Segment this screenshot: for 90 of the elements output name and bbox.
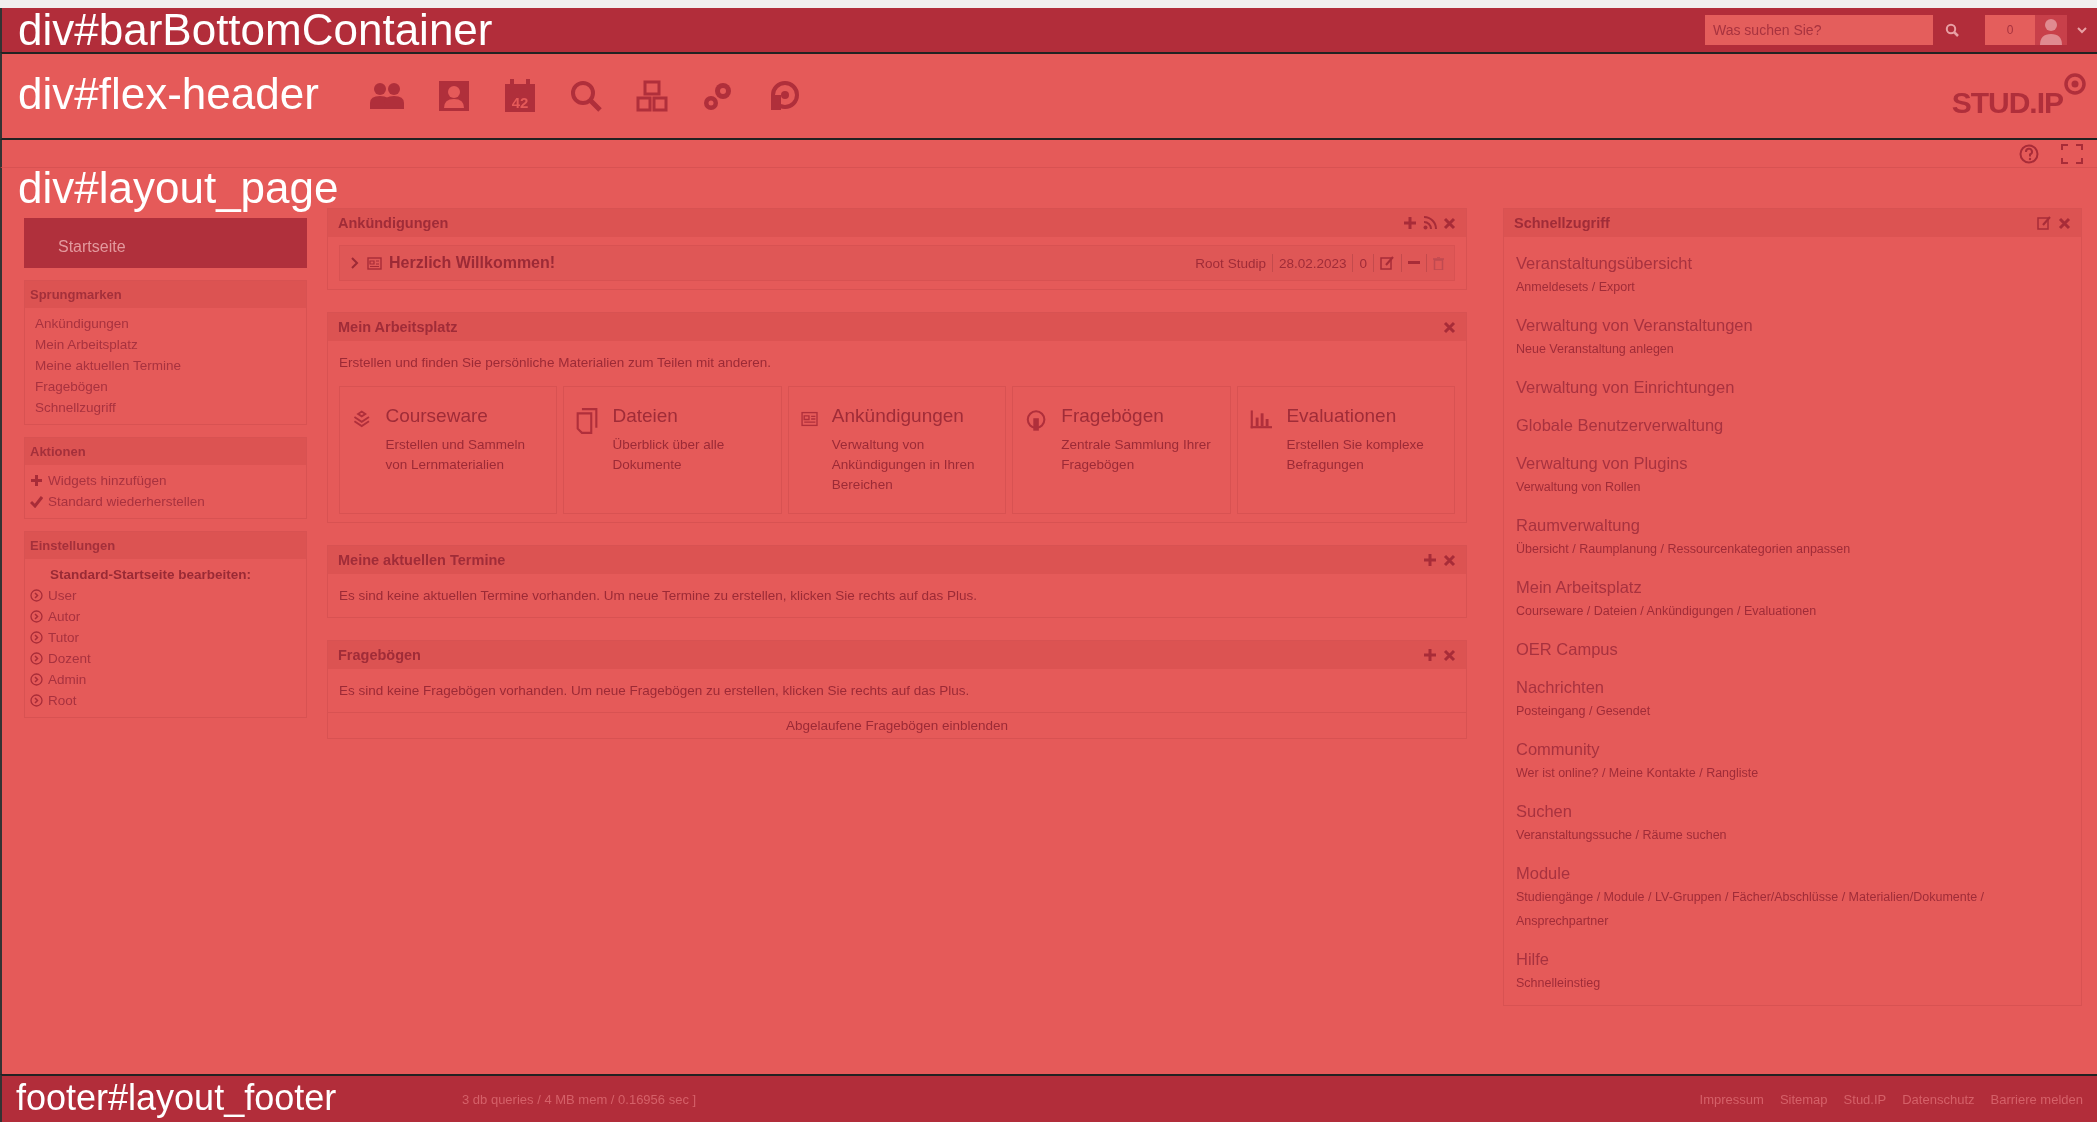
quick-link[interactable]: Veranstaltungsübersicht (1516, 251, 2069, 275)
quick-sublinks[interactable]: Übersicht / Raumplanung / Ressourcenkategorien anpassen (1516, 537, 2069, 561)
quick-link[interactable]: Raumverwaltung (1516, 513, 2069, 537)
sidebar-link[interactable]: Admin (30, 669, 296, 690)
quick-link[interactable]: Mein Arbeitsplatz (1516, 575, 2069, 599)
sidebar-link[interactable]: Widgets hinzufügen (30, 470, 296, 491)
notification-count[interactable]: 0 (1985, 15, 2035, 45)
workplace-tile[interactable]: Evaluationen Erstellen Sie komplexe Befragungen (1236, 386, 1455, 514)
region-label: div#layout_page (18, 166, 339, 210)
quick-link[interactable]: Verwaltung von Veranstaltungen (1516, 313, 2069, 337)
help-icon[interactable] (2019, 143, 2039, 164)
quick-sublinks[interactable]: Anmeldesets / Export (1516, 275, 2069, 299)
sidebar-link[interactable]: User (30, 585, 296, 606)
sidebar-heading: Sprungmarken (25, 281, 306, 308)
sidebar-link[interactable]: Fragebögen (35, 376, 296, 397)
tools-icon[interactable] (636, 80, 668, 112)
region-label: div#barBottomContainer (18, 8, 493, 52)
sidebar-title: Startseite (24, 218, 307, 268)
search-icon[interactable] (570, 80, 602, 112)
workplace-tile[interactable]: Dateien Überblick über alle Dokumente (563, 386, 782, 514)
sidebar-link[interactable]: Root (30, 690, 296, 711)
close-icon[interactable] (1443, 648, 1456, 662)
quick-sublinks[interactable]: Studiengänge / Module / LV-Gruppen / Fächer/Abschlüsse / Materialien/Dokumente / Ansprechpartner (1516, 885, 2069, 933)
region-label: footer#layout_footer (16, 1080, 337, 1116)
widget-header: Ankündigungen (328, 209, 1466, 237)
edit-icon[interactable] (2037, 216, 2052, 230)
add-icon[interactable] (1423, 553, 1437, 567)
announcement-row[interactable]: Herzlich Willkommen! Root Studip 28.02.2023 0 (339, 245, 1455, 281)
widget-intro: Erstellen und finden Sie persönliche Materialien zum Teilen mit anderen. (339, 354, 772, 372)
quick-link[interactable]: Suchen (1516, 799, 2069, 823)
check-icon (30, 495, 43, 508)
newspaper-icon (367, 256, 382, 270)
quick-sublinks[interactable]: Posteingang / Gesendet (1516, 699, 2069, 723)
sidebar-link[interactable]: Autor (30, 606, 296, 627)
quick-link[interactable]: Nachrichten (1516, 675, 2069, 699)
trash-icon[interactable] (1433, 256, 1444, 270)
quick-link[interactable]: Community (1516, 737, 2069, 761)
people-icon[interactable] (370, 81, 404, 111)
region-label: div#flex-header (18, 72, 319, 116)
quick-link[interactable]: Hilfe (1516, 947, 2069, 971)
quick-link[interactable]: OER Campus (1516, 637, 2069, 661)
caret-icon[interactable] (2077, 26, 2087, 34)
sidebar-heading: Einstellungen (25, 532, 306, 559)
widget-message: Es sind keine aktuellen Termine vorhanden. Um neue Termine zu erstellen, klicken Sie rechts auf das Plus. (339, 587, 979, 605)
widget-message: Es sind keine Fragebögen vorhanden. Um neue Fragebögen zu erstellen, klicken Sie rechts auf das Plus. (339, 682, 971, 700)
sidebar-link[interactable]: Dozent (30, 648, 296, 669)
collapse-icon[interactable] (1408, 261, 1420, 265)
document-icon (576, 405, 599, 437)
quick-sublinks[interactable]: Wer ist online? / Meine Kontakte / Rangliste (1516, 761, 2069, 785)
profile-icon[interactable] (438, 80, 470, 112)
quick-sublinks[interactable]: Veranstaltungssuche / Räume suchen (1516, 823, 2069, 847)
spiral-icon[interactable] (768, 80, 800, 112)
sidebar-link[interactable]: Tutor (30, 627, 296, 648)
sidebar-heading: Aktionen (25, 438, 306, 465)
add-icon[interactable] (1423, 648, 1437, 662)
sidebar-link[interactable]: Ankündigungen (35, 313, 296, 334)
plus-icon (30, 474, 43, 487)
chevron-icon[interactable] (350, 257, 360, 269)
show-expired-link[interactable]: Abgelaufene Fragebögen einblenden (328, 712, 1466, 738)
edit-icon[interactable] (1380, 256, 1395, 270)
quick-sublinks[interactable]: Courseware / Dateien / Ankündigungen / Evaluationen (1516, 599, 2069, 623)
widget-header: Schnellzugriff (1504, 209, 2081, 237)
quick-sublinks[interactable]: Neue Veranstaltung anlegen (1516, 337, 2069, 361)
quick-link[interactable]: Verwaltung von Plugins (1516, 451, 2069, 475)
quick-link[interactable]: Verwaltung von Einrichtungen (1516, 375, 2069, 399)
close-icon[interactable] (1443, 553, 1456, 567)
quick-link[interactable]: Module (1516, 861, 2069, 885)
rss-icon[interactable] (1423, 216, 1437, 230)
sidebar-link[interactable]: Standard wiederherstellen (30, 491, 296, 512)
close-icon[interactable] (1443, 216, 1456, 230)
sidebar-link[interactable]: Meine aktuellen Termine (35, 355, 296, 376)
workplace-tile[interactable]: Courseware Erstellen und Sammeln von Lernmaterialien (339, 386, 558, 514)
fullscreen-icon[interactable] (2061, 143, 2083, 164)
settings-heading: Standard-Startseite bearbeiten: (49, 566, 253, 584)
widget-header: Fragebögen (328, 641, 1466, 669)
workplace-tile[interactable]: Ankündigungen Verwaltung von Ankündigungen in Ihren Bereichen (787, 386, 1007, 514)
sidebar-link[interactable]: Schnellzugriff (35, 397, 296, 418)
quick-sublinks[interactable]: Schnelleinstieg (1516, 971, 2069, 995)
search-icon[interactable] (1945, 23, 1959, 37)
close-icon[interactable] (2058, 216, 2071, 230)
gears-icon[interactable] (702, 80, 734, 112)
workplace-tile[interactable]: Fragebögen Zentrale Sammlung Ihrer Fragebögen (1012, 386, 1231, 514)
sidebar-link[interactable]: Mein Arbeitsplatz (35, 334, 296, 355)
add-icon[interactable] (1403, 216, 1417, 230)
quick-link[interactable]: Globale Benutzerverwaltung (1516, 413, 2069, 437)
widget-header: Mein Arbeitsplatz (328, 313, 1466, 341)
close-icon[interactable] (1443, 320, 1456, 334)
widget-header: Meine aktuellen Termine (328, 546, 1466, 574)
search-field[interactable]: Was suchen Sie? (1705, 15, 1933, 45)
quick-sublinks[interactable]: Verwaltung von Rollen (1516, 475, 2069, 499)
